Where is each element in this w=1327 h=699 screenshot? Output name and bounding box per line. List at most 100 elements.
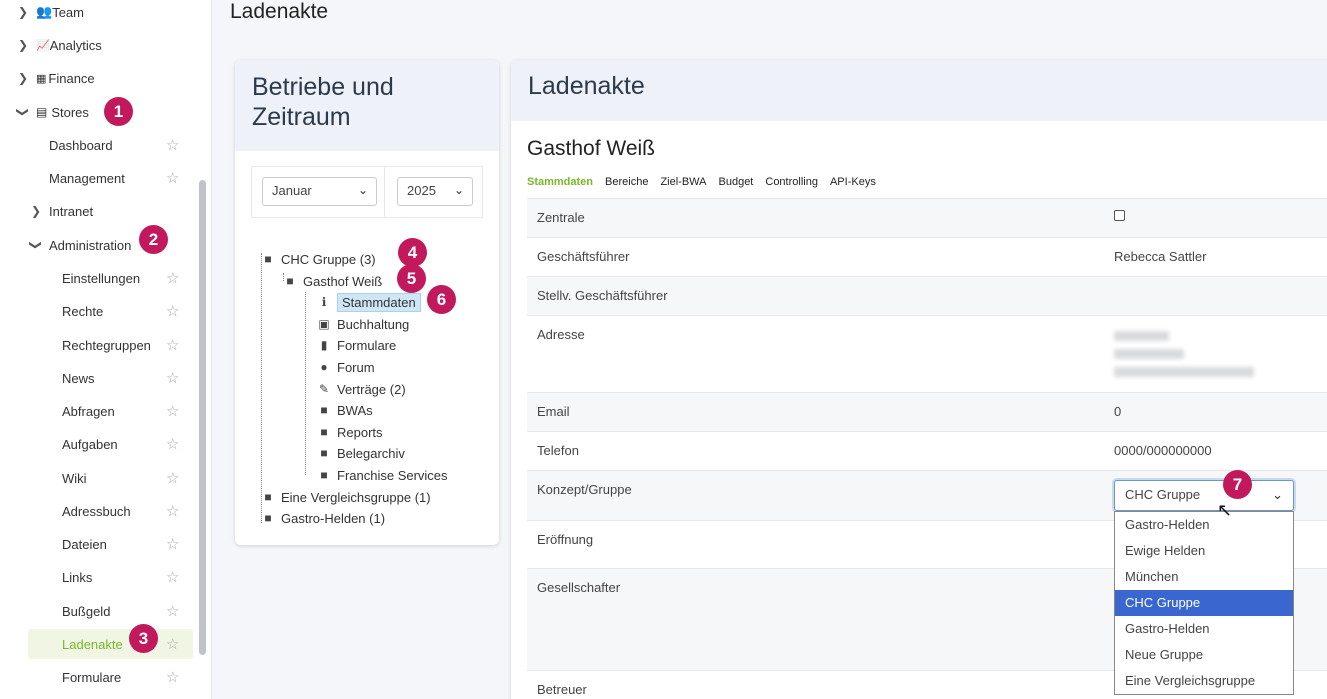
dropdown-option[interactable]: München xyxy=(1115,564,1293,590)
tree-node-buchhaltung[interactable]: ▣ Buchhaltung xyxy=(315,314,409,334)
tab-api-keys[interactable]: API-Keys xyxy=(830,176,876,191)
field-row-email: Email 0 xyxy=(527,393,1327,432)
sidebar-item-team[interactable]: ❯ 👥 Team xyxy=(16,0,84,27)
tab-bereiche[interactable]: Bereiche xyxy=(605,176,648,191)
sidebar-item-links[interactable]: Links ☆ xyxy=(62,562,199,592)
star-icon[interactable]: ☆ xyxy=(166,502,179,520)
star-icon[interactable]: ☆ xyxy=(166,269,179,287)
field-value: Rebecca Sattler xyxy=(1114,249,1207,264)
star-icon[interactable]: ☆ xyxy=(166,402,179,420)
folder-icon: ■ xyxy=(286,274,294,288)
konzept-select[interactable]: CHC Gruppe ⌄ xyxy=(1114,480,1294,511)
star-icon[interactable]: ☆ xyxy=(166,302,179,320)
tree-node-label: Forum xyxy=(337,359,375,375)
field-label: Email xyxy=(537,404,570,419)
sidebar-item-stores[interactable]: ❯ ▤ Stores xyxy=(16,97,89,127)
tree-node-eine-vergleichsgruppe[interactable]: ■ Eine Vergleichsgruppe (1) xyxy=(259,487,431,507)
tree-node-gasthof-weiss[interactable]: ■ Gasthof Weiß xyxy=(281,271,382,291)
sidebar-item-finance[interactable]: ❯ ▦ Finance xyxy=(16,63,95,93)
sidebar-item-label: Bußgeld xyxy=(62,603,111,619)
chevron-right-icon: ❯ xyxy=(17,38,29,52)
sidebar-item-news[interactable]: News ☆ xyxy=(62,363,199,393)
tree-node-chc-gruppe[interactable]: ■ CHC Gruppe (3) xyxy=(259,249,375,269)
tree-node-formulare[interactable]: ▮ Formulare xyxy=(315,335,397,355)
folder-icon: ■ xyxy=(264,252,272,266)
chevron-down-icon: ⌄ xyxy=(357,183,368,197)
tree-node-label: Buchhaltung xyxy=(337,316,410,332)
sidebar-item-rechte[interactable]: Rechte ☆ xyxy=(62,296,199,326)
tab-ziel-bwa[interactable]: Ziel-BWA xyxy=(660,176,706,191)
zentrale-checkbox[interactable] xyxy=(1114,210,1125,221)
star-icon[interactable]: ☆ xyxy=(166,535,179,553)
sidebar-scrollbar[interactable] xyxy=(199,180,206,655)
month-select[interactable]: Januar ⌄ xyxy=(262,177,377,206)
sidebar-item-dateien[interactable]: Dateien ☆ xyxy=(62,529,199,559)
month-value: Januar xyxy=(272,183,312,198)
sidebar-item-rechtegruppen[interactable]: Rechtegruppen ☆ xyxy=(62,330,199,360)
tree-node-bwas[interactable]: ■ BWAs xyxy=(315,400,372,420)
star-icon[interactable]: ☆ xyxy=(166,635,179,653)
sidebar-item-management[interactable]: Management ☆ xyxy=(49,163,199,193)
sidebar-item-administration[interactable]: ❯ Administration xyxy=(29,230,131,260)
tree-node-reports[interactable]: ■ Reports xyxy=(315,422,382,442)
star-icon[interactable]: ☆ xyxy=(166,336,179,354)
star-icon[interactable]: ☆ xyxy=(166,136,179,154)
tab-controlling[interactable]: Controlling xyxy=(765,176,818,191)
tree-node-stammdaten[interactable]: ℹ Stammdaten xyxy=(315,292,421,312)
chart-icon: 📈 xyxy=(36,39,50,52)
konzept-dropdown: Gastro-Helden Ewige Helden München CHC G… xyxy=(1114,511,1294,695)
sidebar-item-aufgaben[interactable]: Aufgaben ☆ xyxy=(62,429,199,459)
sidebar-item-label: Adressbuch xyxy=(62,503,131,519)
dropdown-option[interactable]: CHC Gruppe xyxy=(1115,590,1293,616)
dropdown-option[interactable]: Gastro-Helden xyxy=(1115,616,1293,642)
star-icon[interactable]: ☆ xyxy=(166,435,179,453)
field-label: Telefon xyxy=(537,443,579,458)
star-icon[interactable]: ☆ xyxy=(166,469,179,487)
folder-icon: ■ xyxy=(264,511,272,525)
star-icon[interactable]: ☆ xyxy=(166,602,179,620)
sidebar-item-bussgeld[interactable]: Bußgeld ☆ xyxy=(62,596,199,626)
tree-node-vertraege[interactable]: ✎ Verträge (2) xyxy=(315,379,406,399)
sidebar-item-ladenakte[interactable]: Ladenakte ☆ xyxy=(28,629,193,659)
sidebar-item-label: Stores xyxy=(51,104,89,120)
sidebar-item-label: Links xyxy=(62,569,93,585)
tree-node-gastro-helden[interactable]: ■ Gastro-Helden (1) xyxy=(259,508,385,528)
sidebar-item-intranet[interactable]: ❯ Intranet xyxy=(29,196,93,226)
period-selector: Januar ⌄ 2025 ⌄ xyxy=(251,166,483,218)
star-icon[interactable]: ☆ xyxy=(166,169,179,187)
sidebar-item-dashboard[interactable]: Dashboard ☆ xyxy=(49,130,199,160)
sidebar-item-adressbuch[interactable]: Adressbuch ☆ xyxy=(62,496,199,526)
betriebe-card: Betriebe und Zeitraum Januar ⌄ 2025 ⌄ ■ … xyxy=(235,60,499,545)
tree-node-forum[interactable]: ● Forum xyxy=(315,357,375,377)
dropdown-option[interactable]: Ewige Helden xyxy=(1115,538,1293,564)
signature-icon: ✎ xyxy=(318,382,330,396)
star-icon[interactable]: ☆ xyxy=(166,568,179,586)
chevron-right-icon: ❯ xyxy=(17,5,29,19)
sidebar-item-label: Finance xyxy=(48,70,95,86)
sidebar-item-label: Formulare xyxy=(62,669,122,685)
tab-budget[interactable]: Budget xyxy=(719,176,754,191)
sidebar-item-label: Einstellungen xyxy=(62,270,141,286)
dropdown-option[interactable]: Gastro-Helden xyxy=(1115,512,1293,538)
sidebar-item-wiki[interactable]: Wiki ☆ xyxy=(62,463,199,493)
sidebar-item-einstellungen[interactable]: Einstellungen ☆ xyxy=(62,263,199,293)
year-value: 2025 xyxy=(407,183,436,198)
calculator-icon: ▦ xyxy=(36,72,47,85)
tree-node-franchise-services[interactable]: ■ Franchise Services xyxy=(315,465,447,485)
tree-node-belegarchiv[interactable]: ■ Belegarchiv xyxy=(315,443,405,463)
chevron-down-icon: ❯ xyxy=(29,239,43,251)
dropdown-option[interactable]: Neue Gruppe xyxy=(1115,642,1293,668)
dropdown-option[interactable]: Eine Vergleichsgruppe xyxy=(1115,668,1293,694)
tree-node-label: Eine Vergleichsgruppe (1) xyxy=(281,489,431,505)
year-select[interactable]: 2025 ⌄ xyxy=(397,177,473,206)
star-icon[interactable]: ☆ xyxy=(166,369,179,387)
field-row-adresse: Adresse xyxy=(527,316,1327,393)
tab-stammdaten[interactable]: Stammdaten xyxy=(527,176,593,191)
field-row-telefon: Telefon 0000/000000000 xyxy=(527,432,1327,471)
sidebar-item-analytics[interactable]: ❯ 📈 Analytics xyxy=(16,30,102,60)
sidebar-item-label: Dashboard xyxy=(49,137,113,153)
sidebar-item-formulare[interactable]: Formulare ☆ xyxy=(62,662,199,692)
star-icon[interactable]: ☆ xyxy=(166,668,179,686)
sidebar-item-abfragen[interactable]: Abfragen ☆ xyxy=(62,396,199,426)
tree-line xyxy=(261,253,262,523)
